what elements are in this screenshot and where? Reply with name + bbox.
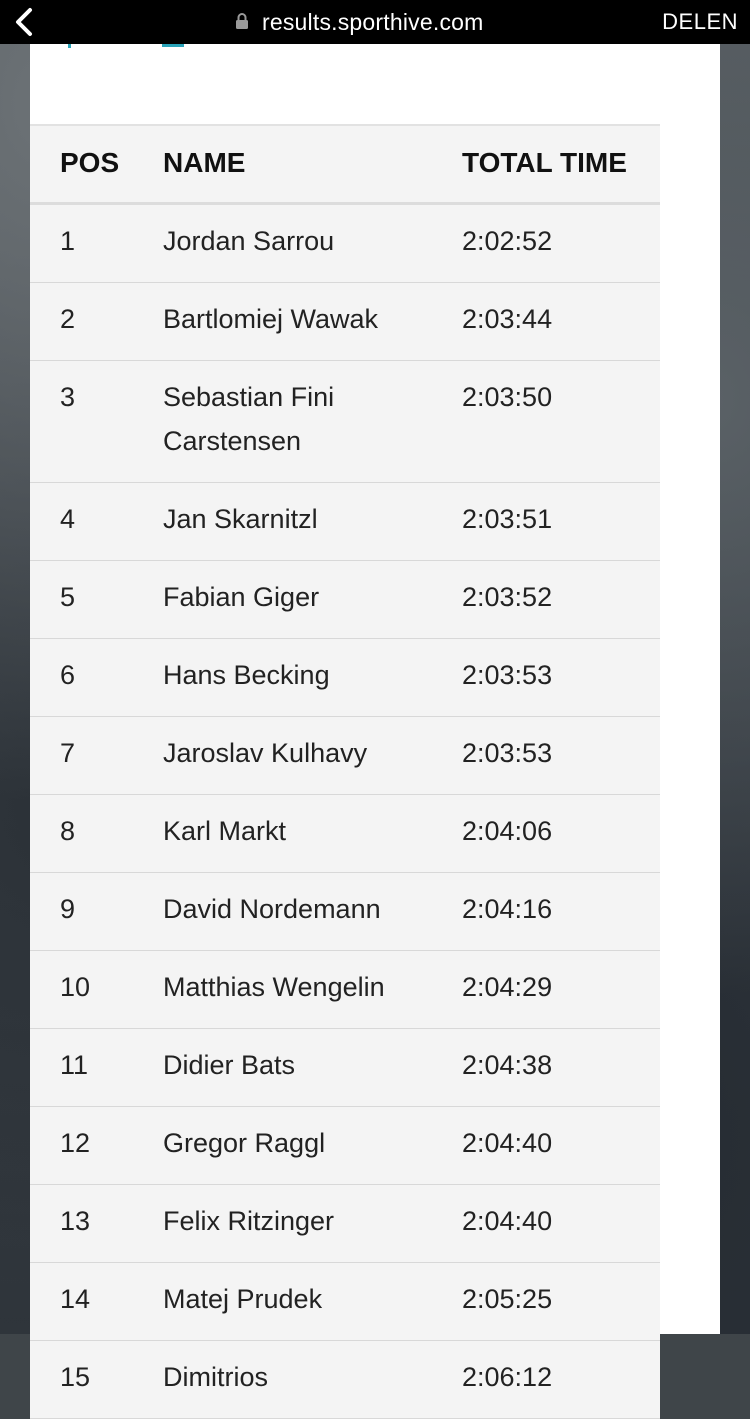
row-pos: 12 [60,1128,91,1158]
row-time: 2:06:12 [462,1362,553,1392]
row-time: 2:04:29 [462,972,553,1002]
row-name: Didier Bats [163,1050,296,1080]
row-pos: 4 [60,504,76,534]
row-time: 2:03:52 [462,582,553,612]
row-time: 2:04:40 [462,1206,553,1236]
row-time: 2:02:52 [462,226,553,256]
row-name: Bartlomiej Wawak [163,304,379,334]
table-row[interactable]: 15 Dimitrios 2:06:12 [30,1341,660,1419]
table-row[interactable]: 1 Jordan Sarrou 2:02:52 [30,205,660,283]
row-name: Jaroslav Kulhavy [163,738,368,768]
row-time: 2:04:06 [462,816,553,846]
row-name: Jan Skarnitzl [163,504,318,534]
row-pos: 1 [60,226,76,256]
share-button[interactable]: DELEN [662,9,738,35]
row-name: Fabian Giger [163,582,320,612]
row-pos: 8 [60,816,76,846]
browser-top-bar: results.sporthive.com DELEN [0,0,750,44]
url-address[interactable]: results.sporthive.com [262,9,484,36]
row-pos: 11 [60,1050,89,1080]
row-name: Felix Ritzinger [163,1206,335,1236]
row-pos: 13 [60,1206,91,1236]
row-pos: 15 [60,1362,91,1392]
row-pos: 2 [60,304,76,334]
row-time: 2:03:44 [462,304,553,334]
row-name: Karl Markt [163,816,287,846]
row-time: 2:04:40 [462,1128,553,1158]
table-row[interactable]: 7 Jaroslav Kulhavy 2:03:53 [30,717,660,795]
row-name: Gregor Raggl [163,1128,326,1158]
header-pos[interactable]: POS [60,147,119,179]
row-name: Matej Prudek [163,1284,323,1314]
table-row[interactable]: 12 Gregor Raggl 2:04:40 [30,1107,660,1185]
table-row[interactable]: 8 Karl Markt 2:04:06 [30,795,660,873]
table-row[interactable]: 9 David Nordemann 2:04:16 [30,873,660,951]
row-time: 2:03:51 [462,504,553,534]
row-name: Dimitrios [163,1362,268,1392]
header-total-time[interactable]: TOTAL TIME [462,147,627,179]
row-pos: 5 [60,582,76,612]
row-time: 2:03:53 [462,660,553,690]
table-row[interactable]: 10 Matthias Wengelin 2:04:29 [30,951,660,1029]
table-header: POS NAME TOTAL TIME [30,126,660,205]
row-name: David Nordemann [163,894,381,924]
row-pos: 9 [60,894,76,924]
table-row[interactable]: 2 Bartlomiej Wawak 2:03:44 [30,283,660,361]
table-row[interactable]: 13 Felix Ritzinger 2:04:40 [30,1185,660,1263]
row-name: Sebastian Fini Carstensen [163,382,335,456]
header-name[interactable]: NAME [163,147,245,179]
table-row[interactable]: 6 Hans Becking 2:03:53 [30,639,660,717]
table-row[interactable]: 11 Didier Bats 2:04:38 [30,1029,660,1107]
row-name: Jordan Sarrou [163,226,335,256]
row-name: Matthias Wengelin [163,972,385,1002]
table-row[interactable]: 5 Fabian Giger 2:03:52 [30,561,660,639]
lock-icon [236,13,248,29]
row-pos: 10 [60,972,91,1002]
row-time: 2:04:38 [462,1050,553,1080]
row-time: 2:04:16 [462,894,553,924]
row-pos: 6 [60,660,76,690]
results-table: POS NAME TOTAL TIME 1 Jordan Sarrou 2:02… [30,124,660,1419]
row-time: 2:03:50 [462,382,553,412]
results-card: POS NAME TOTAL TIME 1 Jordan Sarrou 2:02… [30,44,720,1419]
table-row[interactable]: 14 Matej Prudek 2:05:25 [30,1263,660,1341]
row-pos: 3 [60,382,76,412]
row-time: 2:03:53 [462,738,553,768]
logo-fragment [68,44,184,48]
table-row[interactable]: 3 Sebastian Fini Carstensen 2:03:50 [30,361,660,483]
row-pos: 7 [60,738,76,768]
table-row[interactable]: 4 Jan Skarnitzl 2:03:51 [30,483,660,561]
back-chevron-icon[interactable] [10,6,40,38]
row-pos: 14 [60,1284,91,1314]
row-time: 2:05:25 [462,1284,553,1314]
row-name: Hans Becking [163,660,330,690]
